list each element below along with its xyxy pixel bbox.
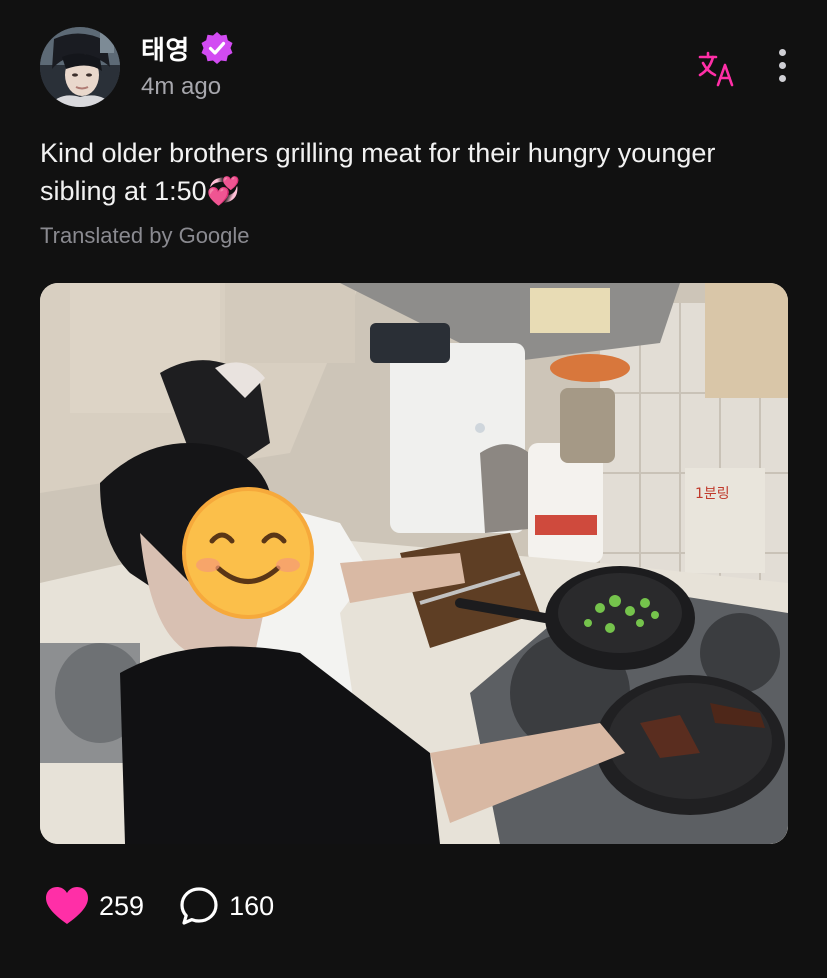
kitchen-photo: 1분링 xyxy=(40,283,788,844)
post-text-line2: sibling at 1:50 xyxy=(40,176,207,206)
avatar[interactable] xyxy=(40,27,120,107)
avatar-image xyxy=(40,27,120,107)
comment-button[interactable]: 160 xyxy=(179,886,274,926)
comment-count: 160 xyxy=(229,890,275,921)
svg-text:1분링: 1분링 xyxy=(695,486,730,502)
translation-note: Translated by Google xyxy=(40,223,250,248)
post-actions: 259 160 xyxy=(45,884,309,928)
post-header: 태영 4m ago xyxy=(40,27,787,107)
more-dot xyxy=(779,62,786,69)
name-row: 태영 xyxy=(141,31,234,65)
more-dot xyxy=(779,49,786,56)
post-photo[interactable]: 1분링 xyxy=(40,283,788,844)
post-text: Kind older brothers grilling meat for th… xyxy=(40,134,800,210)
more-dot xyxy=(779,75,786,82)
more-vertical-icon[interactable] xyxy=(779,49,787,83)
heart-icon xyxy=(45,886,89,926)
post-timestamp: 4m ago xyxy=(141,73,222,100)
post-page: 태영 4m ago Kind older brothers grilling m… xyxy=(0,0,827,978)
post-text-line1: Kind older brothers grilling meat for th… xyxy=(40,138,716,168)
verified-badge-icon xyxy=(200,31,234,65)
like-button[interactable]: 259 xyxy=(45,886,144,926)
author-name[interactable]: 태영 xyxy=(141,30,190,67)
translate-icon[interactable] xyxy=(697,49,737,89)
user-meta: 태영 4m ago xyxy=(141,31,234,101)
like-count: 259 xyxy=(99,890,145,921)
comment-bubble-icon xyxy=(179,886,219,926)
heart-emoji: 💞 xyxy=(206,176,241,206)
